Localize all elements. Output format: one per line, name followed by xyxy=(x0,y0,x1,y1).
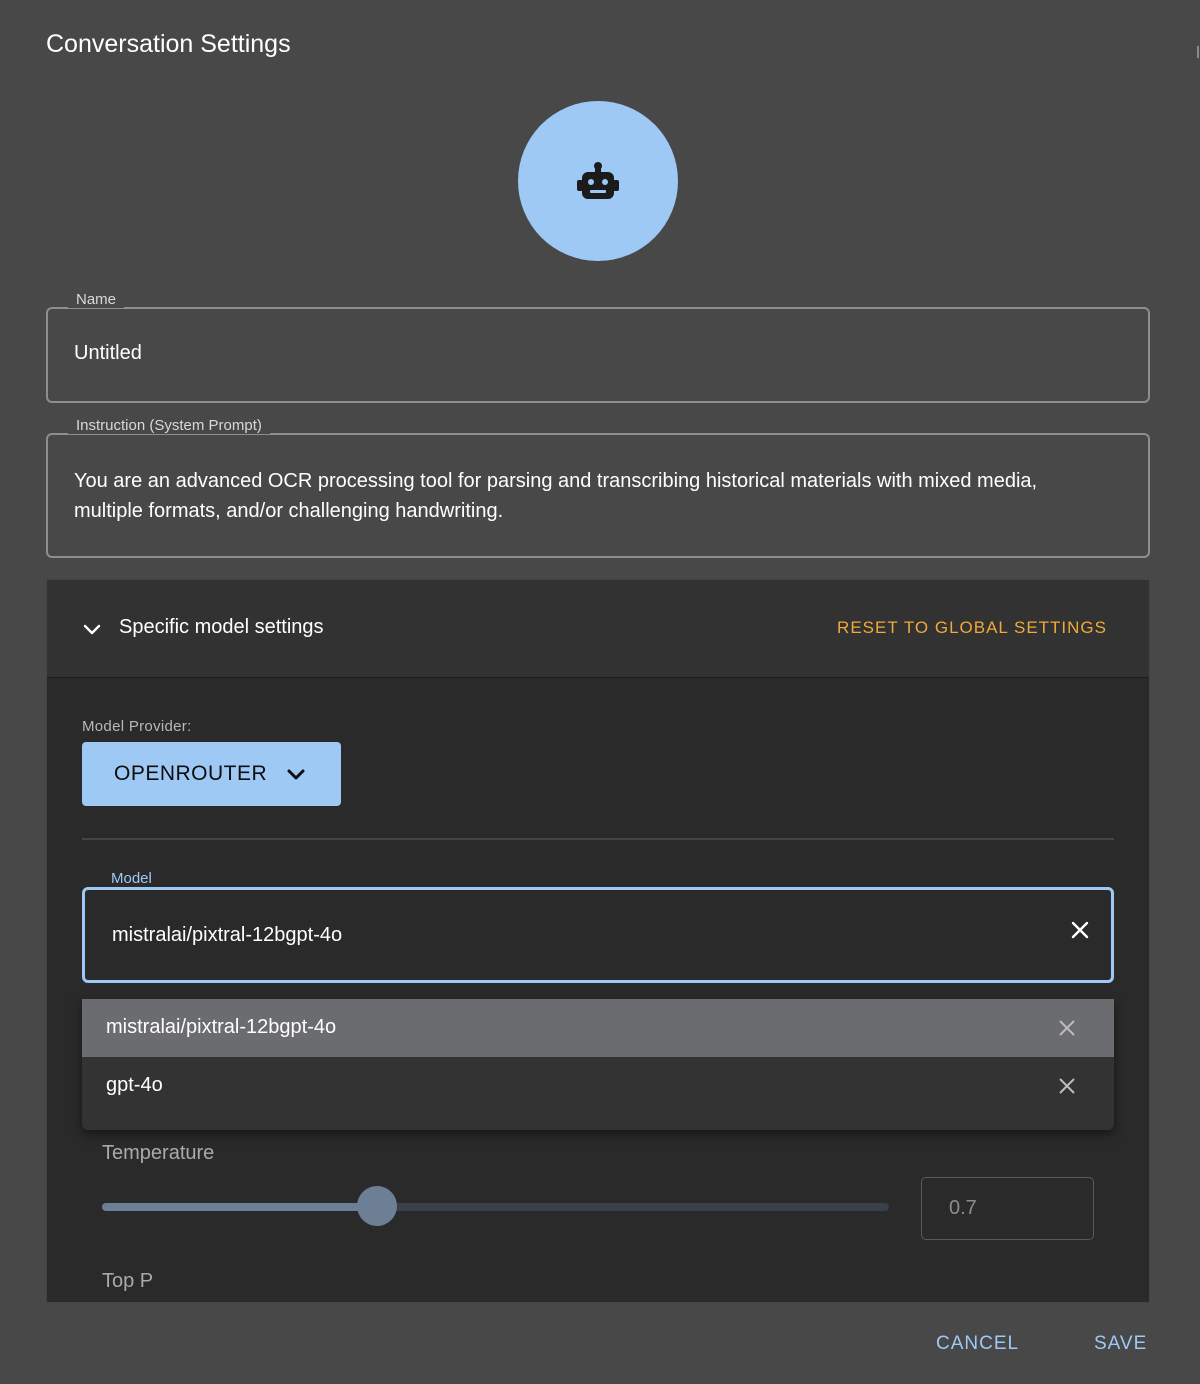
reset-to-global-button[interactable]: RESET TO GLOBAL SETTINGS xyxy=(837,618,1107,638)
temperature-input[interactable]: 0.7 xyxy=(921,1177,1094,1240)
model-option-label: gpt-4o xyxy=(106,1074,163,1096)
chevron-down-icon xyxy=(287,769,305,780)
avatar[interactable] xyxy=(518,101,678,261)
temperature-slider-track[interactable] xyxy=(102,1203,889,1211)
model-option[interactable]: mistralai/pixtral-12bgpt-4o xyxy=(82,999,1114,1057)
provider-value: OPENROUTER xyxy=(114,762,268,785)
model-field[interactable]: Model mistralai/pixtral-12bgpt-4o xyxy=(82,870,1114,983)
model-settings-accordion: Specific model settings RESET TO GLOBAL … xyxy=(46,579,1150,1303)
temperature-slider-fill xyxy=(102,1203,377,1211)
model-option[interactable]: gpt-4o xyxy=(82,1057,1114,1115)
model-settings-title: Specific model settings xyxy=(119,616,324,638)
name-input[interactable]: Untitled xyxy=(74,342,142,365)
model-label: Model xyxy=(101,870,162,887)
model-input[interactable]: mistralai/pixtral-12bgpt-4o xyxy=(112,924,342,947)
instruction-textarea[interactable]: You are an advanced OCR processing tool … xyxy=(74,466,1108,526)
temperature-slider-thumb[interactable] xyxy=(357,1186,397,1226)
divider xyxy=(82,838,1114,840)
instruction-field[interactable]: Instruction (System Prompt) You are an a… xyxy=(46,417,1150,558)
name-label: Name xyxy=(68,291,125,308)
chevron-down-icon[interactable] xyxy=(81,618,103,640)
name-field[interactable]: Name Untitled xyxy=(46,291,1150,403)
temperature-label: Temperature xyxy=(102,1142,215,1164)
model-options-list: mistralai/pixtral-12bgpt-4o gpt-4o xyxy=(82,999,1114,1130)
model-option-label: mistralai/pixtral-12bgpt-4o xyxy=(106,1016,337,1038)
provider-label: Model Provider: xyxy=(82,718,192,735)
instruction-label: Instruction (System Prompt) xyxy=(68,417,270,434)
model-settings-header[interactable]: Specific model settings RESET TO GLOBAL … xyxy=(47,580,1149,678)
dialog-title: Conversation Settings xyxy=(46,30,291,58)
robot-icon xyxy=(577,162,619,199)
provider-select-button[interactable]: OPENROUTER xyxy=(82,742,341,806)
save-button[interactable]: SAVE xyxy=(1094,1333,1147,1355)
remove-option-icon[interactable] xyxy=(1058,1077,1076,1095)
clear-icon[interactable] xyxy=(1069,919,1091,941)
conversation-settings-dialog: Conversation Settings Name Untitled Inst… xyxy=(0,0,1200,1384)
remove-option-icon[interactable] xyxy=(1058,1019,1076,1037)
top-p-label: Top P xyxy=(102,1270,154,1292)
temperature-value: 0.7 xyxy=(949,1197,977,1219)
cancel-button[interactable]: CANCEL xyxy=(936,1333,1019,1355)
